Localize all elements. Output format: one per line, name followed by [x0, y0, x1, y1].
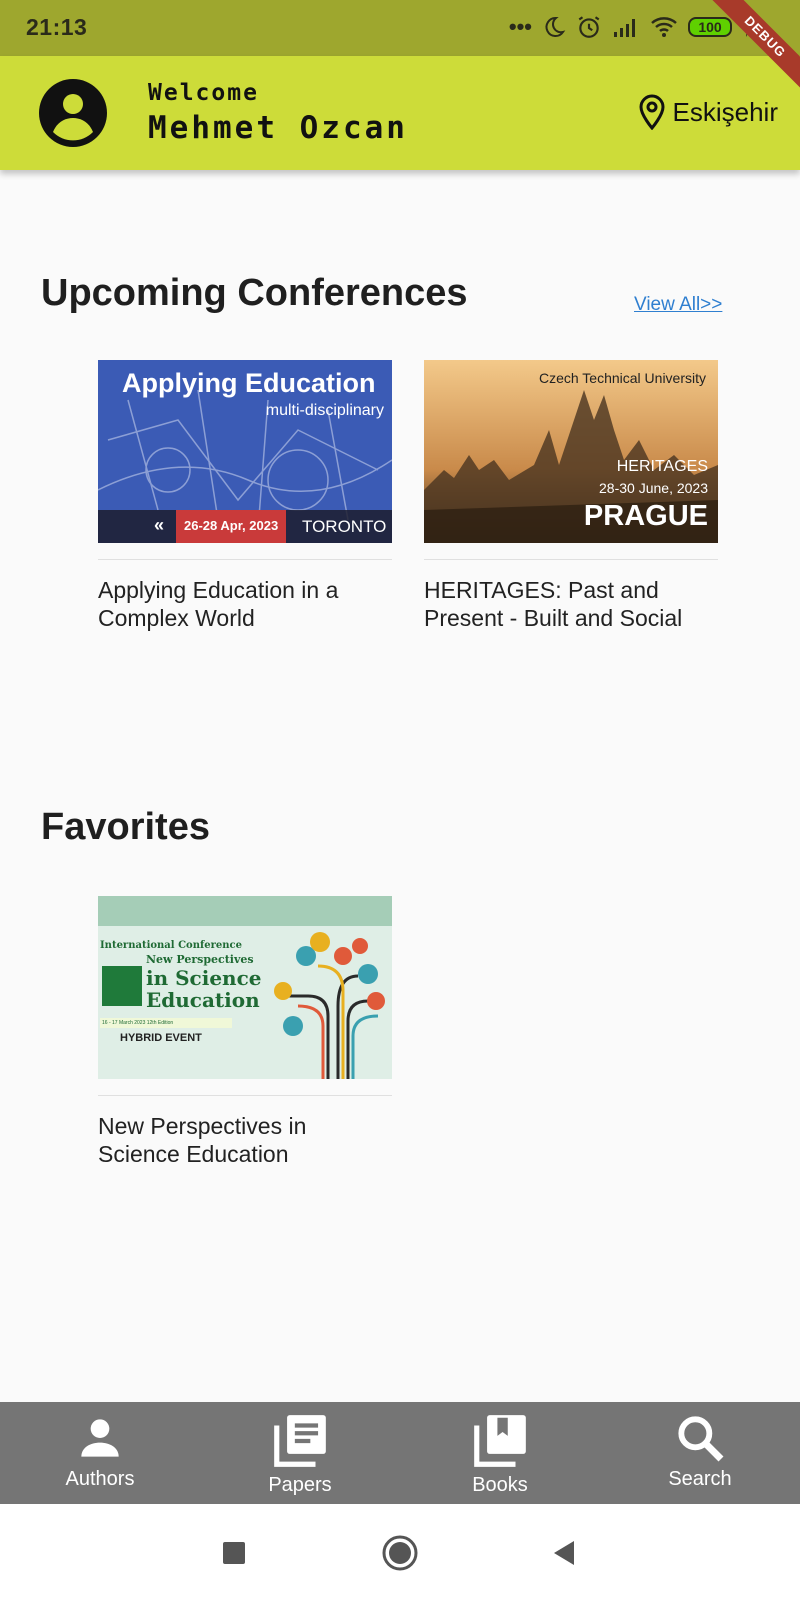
- conference-title: HERITAGES: Past and Present - Built and …: [424, 577, 683, 631]
- nav-label: Search: [668, 1468, 732, 1490]
- chevron-left-icon: «: [154, 515, 165, 535]
- wifi-icon: [651, 17, 677, 37]
- banner-city: PRAGUE: [583, 500, 708, 532]
- account-avatar-icon[interactable]: [38, 78, 108, 148]
- conference-banner-image: International Conference New Perspective…: [98, 896, 392, 1079]
- banner-subtitle: multi-disciplinary: [265, 402, 384, 419]
- nav-item-authors[interactable]: Authors: [0, 1402, 200, 1504]
- status-icons: ••• 100: [509, 14, 754, 40]
- alarm-icon: [578, 16, 600, 38]
- more-dots-icon: •••: [508, 14, 532, 39]
- recents-square-icon[interactable]: [222, 1541, 246, 1565]
- conference-banner-image: Applying Education multi-disciplinary « …: [98, 360, 392, 543]
- banner-name: HERITAGES: [616, 458, 708, 475]
- location-selector[interactable]: Eskişehir: [639, 94, 778, 130]
- nav-item-papers[interactable]: Papers: [200, 1402, 400, 1504]
- location-pin-icon: [639, 94, 665, 130]
- nav-label: Books: [472, 1474, 528, 1496]
- status-time: 21:13: [26, 14, 88, 40]
- back-triangle-icon[interactable]: [552, 1540, 576, 1566]
- books-icon: [474, 1415, 526, 1467]
- nav-label: Papers: [268, 1474, 332, 1496]
- favorite-card[interactable]: International Conference New Perspective…: [98, 896, 392, 1168]
- banner-line-4: Education: [146, 988, 260, 1012]
- bottom-navigation: Authors Papers Books Search: [0, 1402, 800, 1504]
- banner-dates: 26-28 Apr, 2023: [184, 518, 279, 533]
- moon-icon: [545, 16, 566, 37]
- banner-line-2: New Perspectives: [146, 953, 254, 966]
- banner-dates: 28-30 June, 2023: [599, 480, 708, 496]
- signal-icon: [614, 19, 635, 37]
- banner-title: Applying Education: [122, 368, 376, 398]
- view-all-link[interactable]: View All>>: [634, 294, 722, 316]
- card-divider: [98, 559, 392, 560]
- banner-city: TORONTO: [302, 517, 387, 536]
- nav-item-search[interactable]: Search: [600, 1402, 800, 1504]
- system-navigation-bar: [0, 1504, 800, 1600]
- upcoming-conferences-title: Upcoming Conferences: [41, 272, 468, 314]
- banner-event: HYBRID EVENT: [120, 1032, 202, 1044]
- banner-line-3: in Science: [146, 966, 262, 990]
- conference-card[interactable]: Czech Technical University HERITAGES 28-…: [424, 360, 718, 632]
- nav-label: Authors: [65, 1468, 135, 1490]
- conference-card[interactable]: Applying Education multi-disciplinary « …: [98, 360, 392, 632]
- home-circle-icon[interactable]: [381, 1534, 419, 1572]
- conference-banner-image: Czech Technical University HERITAGES 28-…: [424, 360, 718, 543]
- charging-icon: [743, 17, 753, 37]
- location-label: Eskişehir: [672, 96, 778, 127]
- nav-item-books[interactable]: Books: [400, 1402, 600, 1504]
- status-bar: 21:13 ••• 100: [0, 0, 800, 56]
- favorite-title: New Perspectives in Science Education: [98, 1113, 307, 1167]
- conference-title: Applying Education in a Complex World: [98, 577, 339, 631]
- card-divider: [98, 1095, 392, 1096]
- favorites-title: Favorites: [41, 806, 210, 848]
- banner-dates: 16 - 17 March 2023 12th Edition: [100, 1018, 232, 1028]
- user-name: Mehmet Ozcan: [148, 110, 408, 146]
- banner-line-1: International Conference: [100, 940, 242, 951]
- battery-indicator: 100: [688, 17, 732, 37]
- app-bar: Welcome Mehmet Ozcan Eskişehir: [0, 56, 800, 170]
- card-divider: [424, 559, 718, 560]
- welcome-label: Welcome: [148, 80, 259, 106]
- banner-organization: Czech Technical University: [538, 370, 706, 386]
- papers-icon: [274, 1415, 326, 1467]
- search-icon: [678, 1416, 724, 1462]
- person-icon: [81, 1419, 119, 1457]
